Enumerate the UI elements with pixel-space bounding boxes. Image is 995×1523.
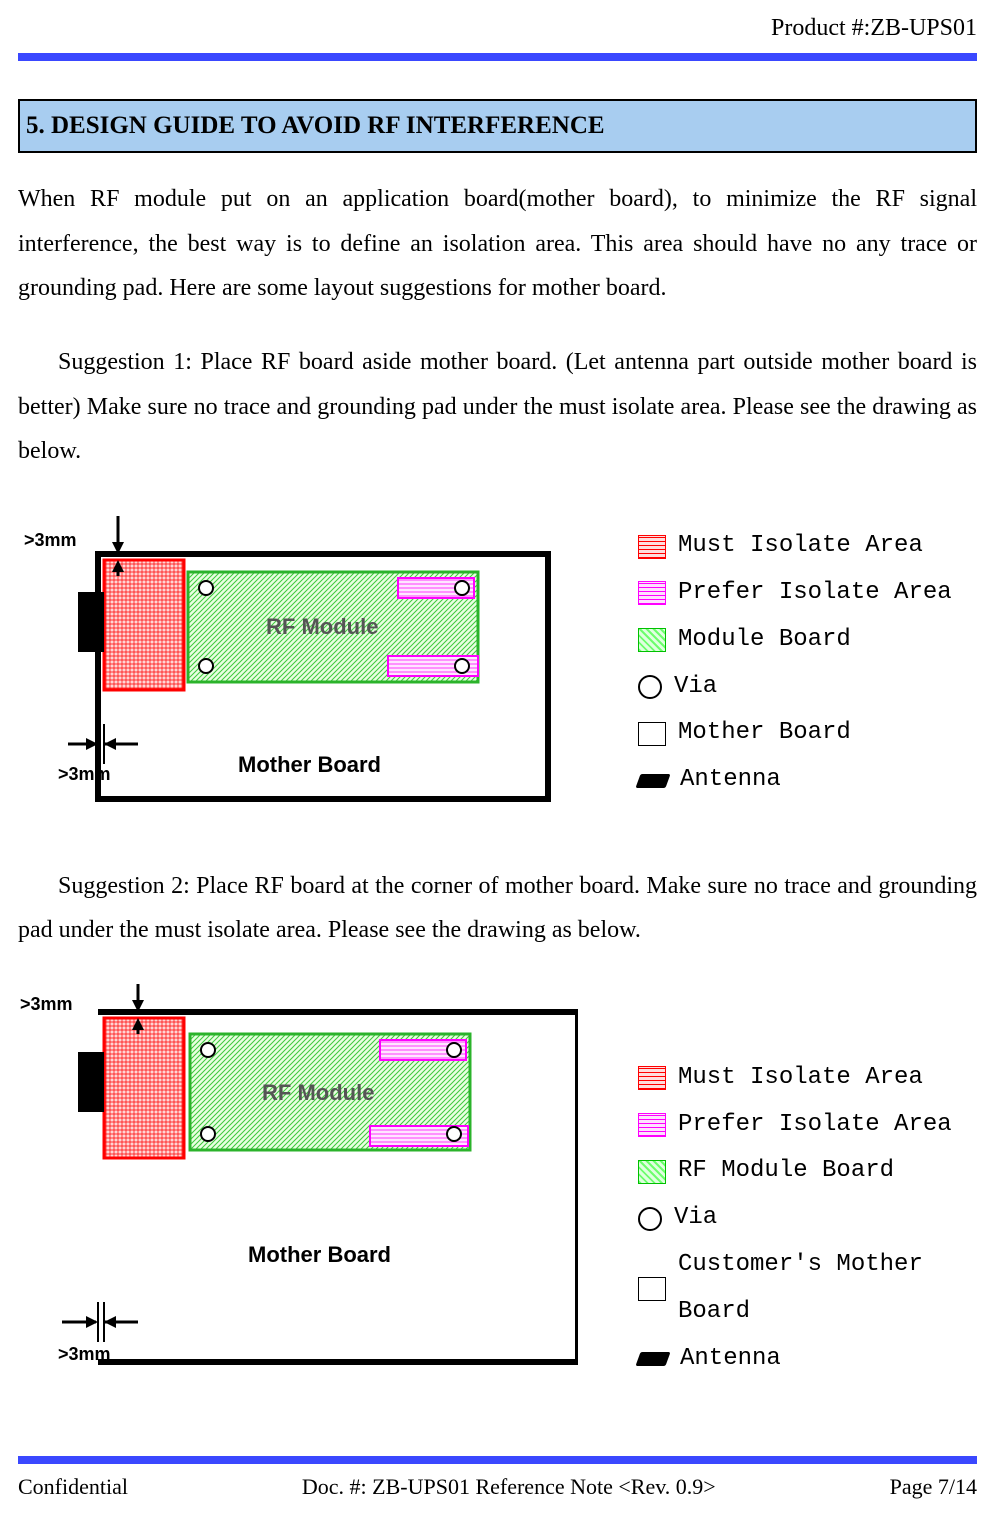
- swatch-must-isolate: [638, 535, 666, 559]
- dim-side-2: >3mm: [58, 1344, 111, 1364]
- swatch-mother-board: [638, 722, 666, 746]
- legend-label: Module Board: [678, 617, 851, 664]
- rf-module-label-1: RF Module: [266, 614, 378, 639]
- swatch-via: [638, 675, 662, 699]
- mother-board-label-1: Mother Board: [238, 752, 381, 777]
- dim-side-1: >3mm: [58, 764, 111, 784]
- dim-top-2: >3mm: [20, 994, 73, 1014]
- swatch-module-board: [638, 1160, 666, 1184]
- legend-label: Prefer Isolate Area: [678, 570, 952, 617]
- swatch-antenna: [635, 1352, 670, 1366]
- legend-label: Must Isolate Area: [678, 523, 923, 570]
- legend-label: Via: [674, 664, 717, 711]
- section-title: 5. DESIGN GUIDE TO AVOID RF INTERFERENCE: [18, 99, 977, 154]
- swatch-must-isolate: [638, 1066, 666, 1090]
- rf-module-label-2: RF Module: [262, 1080, 374, 1105]
- suggestion-2-text: Suggestion 2: Place RF board at the corn…: [18, 864, 977, 953]
- swatch-mother-board: [638, 1277, 666, 1301]
- legend-label: Antenna: [680, 1336, 781, 1383]
- footer-right: Page 7/14: [890, 1468, 977, 1505]
- legend-label: Prefer Isolate Area: [678, 1102, 952, 1149]
- header-rule: [18, 53, 977, 61]
- page-footer: Confidential Doc. #: ZB-UPS01 Reference …: [18, 1456, 977, 1505]
- legend-label: RF Module Board: [678, 1148, 894, 1195]
- legend-1: Must Isolate Area Prefer Isolate Area Mo…: [638, 523, 952, 804]
- page-header: Product #:ZB-UPS01: [18, 0, 977, 49]
- diagram-1: RF Module >3mm: [18, 504, 578, 824]
- swatch-antenna: [635, 774, 670, 788]
- legend-label: Customer's Mother Board: [678, 1242, 977, 1336]
- figure-2-block: RF Module >3mm: [18, 982, 977, 1382]
- dim-top-1: >3mm: [24, 530, 77, 550]
- swatch-prefer-isolate: [638, 581, 666, 605]
- legend-label: Antenna: [680, 757, 781, 804]
- legend-label: Must Isolate Area: [678, 1055, 923, 1102]
- legend-label: Mother Board: [678, 710, 851, 757]
- legend-2: Must Isolate Area Prefer Isolate Area RF…: [638, 1055, 977, 1383]
- swatch-prefer-isolate: [638, 1113, 666, 1137]
- swatch-via: [638, 1207, 662, 1231]
- suggestion-1-text: Suggestion 1: Place RF board aside mothe…: [18, 340, 977, 473]
- footer-rule: [18, 1456, 977, 1464]
- footer-center: Doc. #: ZB-UPS01 Reference Note <Rev. 0.…: [302, 1468, 716, 1505]
- legend-label: Via: [674, 1195, 717, 1242]
- paragraph-intro: When RF module put on an application boa…: [18, 177, 977, 310]
- swatch-module-board: [638, 628, 666, 652]
- footer-left: Confidential: [18, 1468, 128, 1505]
- figure-1-block: RF Module >3mm: [18, 504, 977, 824]
- mother-board-label-2: Mother Board: [248, 1242, 391, 1267]
- diagram-2: RF Module >3mm: [18, 982, 578, 1382]
